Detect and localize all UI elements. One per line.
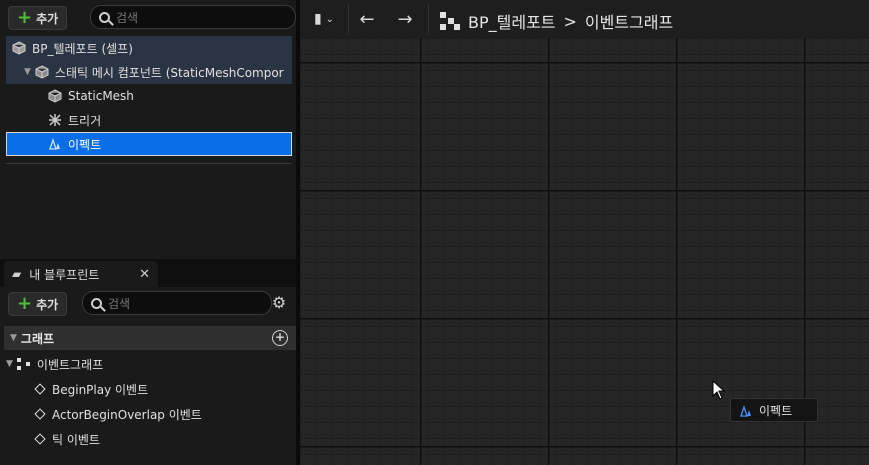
tree-item-label: BP_텔레포트 (셀프) <box>32 41 133 56</box>
forward-button[interactable]: → <box>392 7 418 31</box>
my-blueprint-tabbar: ▰ 내 블루프린트 ✕ <box>0 259 296 287</box>
search-icon <box>99 11 110 23</box>
event-icon <box>34 408 46 420</box>
blueprint-search-placeholder: 검색 <box>108 296 131 311</box>
particle-effect-icon <box>740 404 751 417</box>
plus-icon: + <box>17 7 33 28</box>
event-label: BeginPlay 이벤트 <box>52 382 149 397</box>
toolbar-separator <box>348 4 349 34</box>
add-graph-icon[interactable]: + <box>272 330 288 346</box>
components-search-input[interactable]: 검색 <box>90 5 296 29</box>
components-search-placeholder: 검색 <box>116 10 139 25</box>
event-label: 틱 이벤트 <box>52 432 100 447</box>
collapse-triangle-icon: ▼ <box>6 359 13 369</box>
add-blueprint-label: 추가 <box>36 297 59 312</box>
event-label: ActorBeginOverlap 이벤트 <box>52 407 202 422</box>
tree-item-blueprint-root[interactable]: BP_텔레포트 (셀프) <box>6 36 292 60</box>
search-icon <box>91 297 102 309</box>
event-icon <box>34 433 46 445</box>
left-panel: + 추가 검색 BP_텔레포트 (셀프) ▼ 스태틱 메시 컴포넌트 (Stat… <box>0 0 296 465</box>
tree-item-label: 트리거 <box>68 113 102 128</box>
trigger-icon <box>49 114 61 126</box>
toolbar-separator <box>428 4 429 34</box>
components-tree: BP_텔레포트 (셀프) ▼ 스태틱 메시 컴포넌트 (StaticMeshCo… <box>6 36 292 156</box>
blueprint-cube-icon <box>12 41 26 55</box>
tree-item-label: 스태틱 메시 컴포넌트 (StaticMeshCompor <box>54 65 284 80</box>
tree-item-label: 이펙트 <box>68 137 102 152</box>
add-component-button[interactable]: + 추가 <box>8 6 68 30</box>
static-mesh-icon <box>35 65 49 79</box>
components-toolbar: + 추가 검색 <box>0 0 296 34</box>
add-blueprint-item-button[interactable]: + 추가 <box>8 292 68 316</box>
breadcrumb-separator: > <box>563 11 577 31</box>
back-button[interactable]: ← <box>354 7 380 31</box>
event-graph-item[interactable]: ▼ 이벤트그래프 <box>6 352 103 376</box>
tree-item-static-mesh-component[interactable]: ▼ 스태틱 메시 컴포넌트 (StaticMeshCompor <box>6 60 292 84</box>
gear-icon[interactable]: ⚙ <box>270 294 288 312</box>
mouse-cursor-icon <box>712 380 726 400</box>
event-graph-label: 이벤트그래프 <box>36 357 104 372</box>
event-item-tick[interactable]: 틱 이벤트 <box>34 427 100 451</box>
collapse-triangle-icon: ▼ <box>10 333 17 343</box>
panel-divider <box>6 163 292 164</box>
static-mesh-icon <box>48 89 62 103</box>
drag-tooltip-label: 이펙트 <box>759 403 793 418</box>
tree-item-label: StaticMesh <box>68 89 134 103</box>
tree-item-staticmesh[interactable]: StaticMesh <box>6 84 292 108</box>
particle-effect-icon <box>49 137 60 150</box>
event-graph-icon <box>16 358 31 370</box>
chevron-down-icon: ⌄ <box>325 13 335 25</box>
blueprint-search-input[interactable]: 검색 <box>82 291 272 315</box>
graph-section-label: 그래프 <box>20 331 55 346</box>
tree-item-trigger[interactable]: 트리거 <box>6 108 292 132</box>
expand-triangle-icon[interactable]: ▼ <box>24 67 31 77</box>
tab-my-blueprint-label: 내 블루프린트 <box>29 267 100 282</box>
graph-section-header[interactable]: ▼ 그래프 + <box>4 326 296 350</box>
breadcrumb: BP_텔레포트 > 이벤트그래프 <box>440 9 673 33</box>
bookmark-icon: ▮ <box>313 11 322 27</box>
plus-icon: + <box>17 293 33 314</box>
event-item-beginplay[interactable]: BeginPlay 이벤트 <box>34 377 149 401</box>
close-icon[interactable]: ✕ <box>139 267 150 282</box>
event-graph-icon <box>440 12 460 30</box>
tab-my-blueprint[interactable]: ▰ 내 블루프린트 ✕ <box>4 261 158 287</box>
arrow-right-icon: → <box>397 8 413 30</box>
tree-item-effect[interactable]: 이펙트 <box>6 132 292 156</box>
event-item-actorbeginoverlap[interactable]: ActorBeginOverlap 이벤트 <box>34 402 202 426</box>
add-component-label: 추가 <box>36 11 59 26</box>
breadcrumb-blueprint[interactable]: BP_텔레포트 <box>468 9 556 33</box>
book-icon: ▰ <box>12 267 22 281</box>
bookmark-dropdown-button[interactable]: ▮ ⌄ <box>306 7 342 31</box>
drag-tooltip: 이펙트 <box>730 398 818 422</box>
arrow-left-icon: ← <box>359 8 375 30</box>
event-icon <box>34 383 46 395</box>
breadcrumb-graph[interactable]: 이벤트그래프 <box>585 9 673 33</box>
